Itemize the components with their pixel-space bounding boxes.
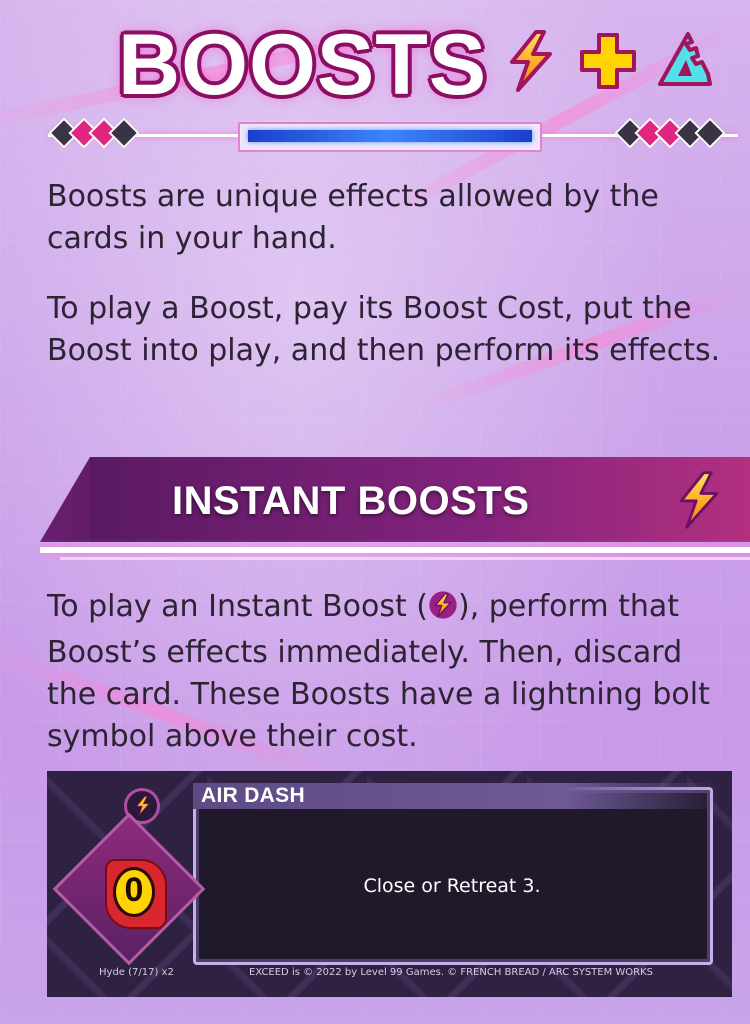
title-divider — [48, 117, 738, 152]
plus-icon — [578, 31, 638, 95]
card-footer-count: Hyde (7/17) x2 — [99, 967, 174, 978]
section-title: INSTANT BOOSTS — [172, 479, 530, 523]
lightning-icon — [668, 469, 730, 535]
ruler-icon — [652, 28, 718, 98]
banner-underline — [40, 547, 750, 553]
instant-boost-paragraph: To play an Instant Boost (), perform tha… — [47, 586, 737, 758]
lightning-icon — [428, 590, 458, 632]
divider-bar — [238, 122, 542, 152]
divider-diamonds-left — [48, 117, 140, 149]
card-effect-text: Close or Retreat 3. — [363, 875, 541, 897]
card-cost: 0 — [124, 871, 144, 909]
section-banner: INSTANT BOOSTS — [40, 457, 750, 567]
title-icons — [498, 28, 718, 98]
divider-diamonds-right — [614, 117, 726, 149]
card-name: AIR DASH — [201, 784, 305, 807]
lightning-icon — [498, 28, 564, 98]
example-card: AIR DASH Close or Retreat 3. 0 Hyde (7/1… — [47, 771, 732, 997]
card-footer-copyright: EXCEED is © 2022 by Level 99 Games. © FR… — [249, 967, 654, 978]
page-title: BOOSTS — [118, 17, 488, 113]
lightning-icon — [132, 795, 154, 821]
intro-paragraph-1: Boosts are unique effects allowed by the… — [47, 179, 659, 256]
instant-text-before: To play an Instant Boost ( — [47, 589, 428, 624]
intro-paragraph-2: To play a Boost, pay its Boost Cost, put… — [47, 291, 721, 368]
